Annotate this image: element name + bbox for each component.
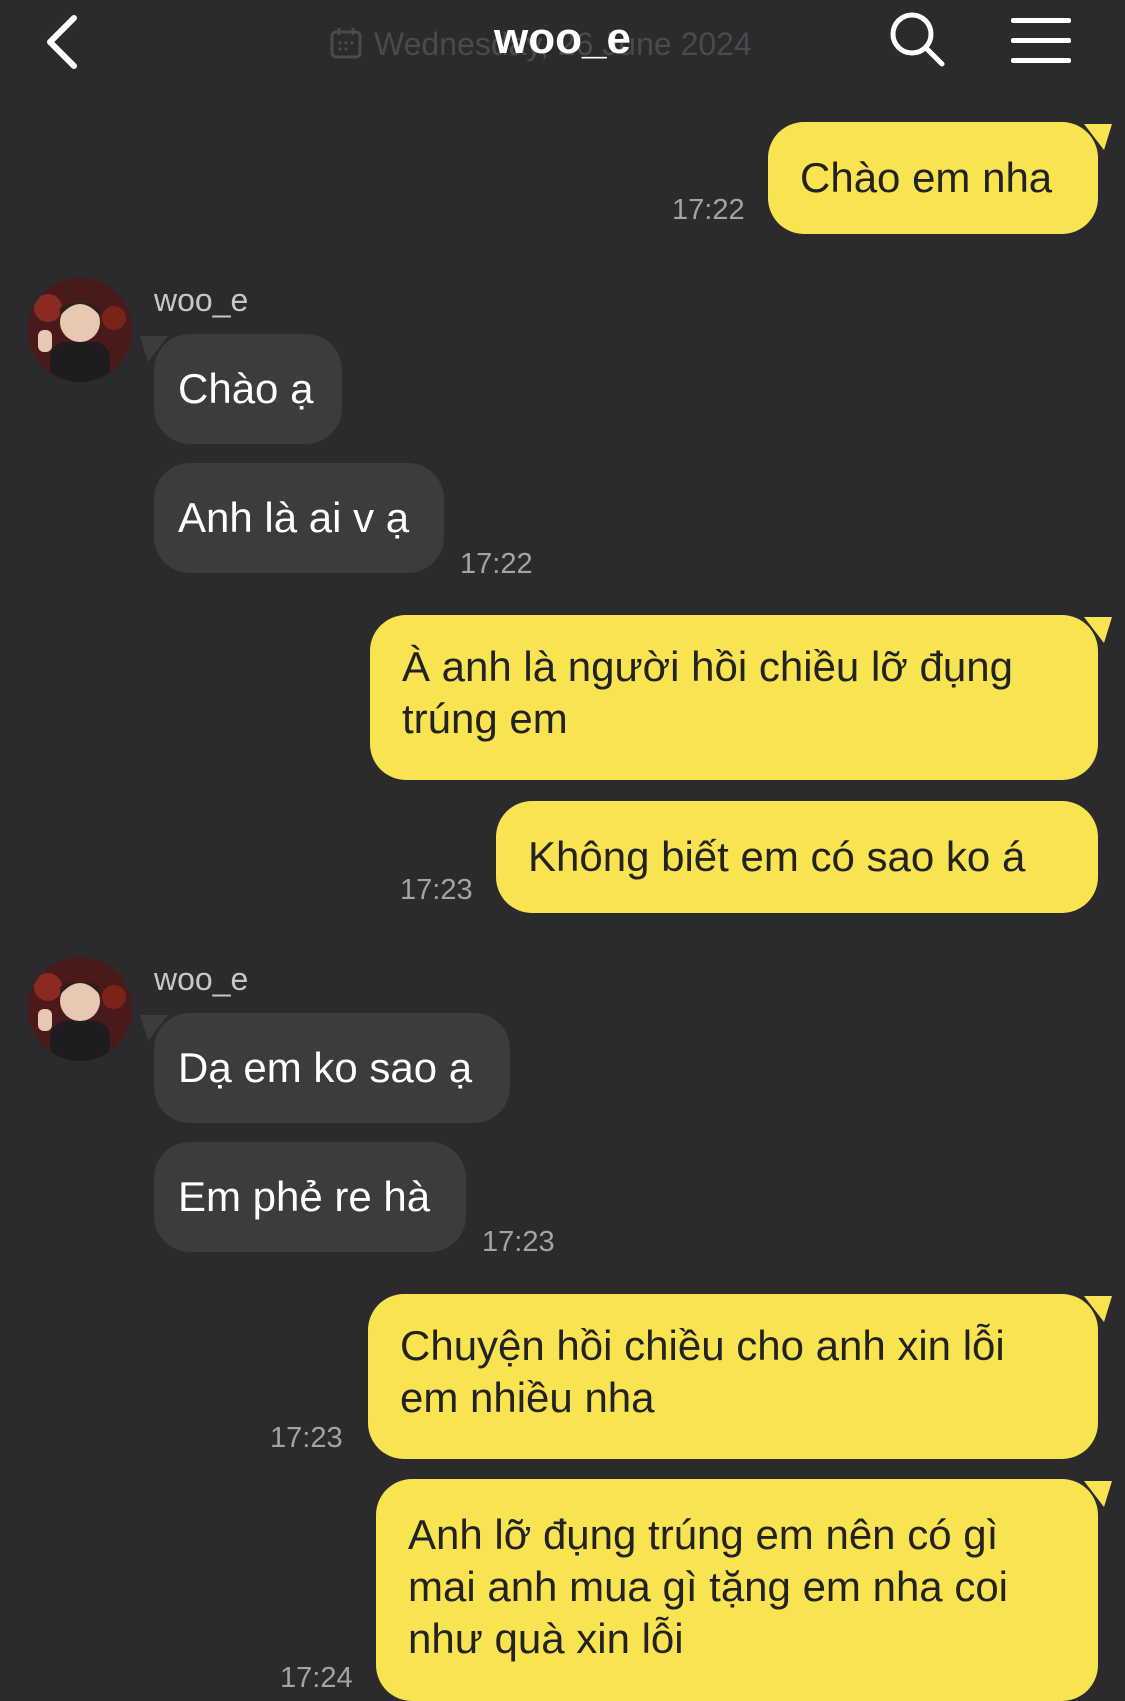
message-text: Em phẻ re hà (178, 1173, 431, 1220)
chat-title: woo_e (494, 14, 631, 63)
outgoing-message[interactable]: Chào em nha (768, 122, 1112, 234)
message-time: 17:22 (460, 548, 533, 580)
message-text: Chào ạ (178, 365, 314, 412)
message-text: Không biết em có sao ko á (528, 833, 1026, 880)
message-text: Anh là ai v ạ (178, 494, 410, 541)
message-text: Anh lỡ đụng trúng em nên có gì mai anh m… (408, 1511, 1009, 1662)
message-text: Chuyện hồi chiều cho anh xin lỗi em nhiề… (400, 1322, 1005, 1421)
message-text: À anh là người hồi chiều lỡ đụng trúng e… (402, 643, 1013, 742)
incoming-message[interactable]: Dạ em ko sao ạ (140, 1013, 510, 1123)
message-time: 17:23 (482, 1226, 555, 1258)
message-time: 17:23 (270, 1422, 343, 1454)
outgoing-message[interactable]: Anh lỡ đụng trúng em nên có gì mai anh m… (376, 1479, 1112, 1701)
avatar[interactable] (28, 957, 132, 1061)
chat-header: Wednesday, 26 June 2024 woo_e (0, 0, 1125, 90)
incoming-message[interactable]: Anh là ai v ạ (154, 463, 444, 573)
outgoing-message[interactable]: Không biết em có sao ko á (496, 801, 1098, 913)
message-time: 17:23 (400, 874, 473, 906)
outgoing-message[interactable]: À anh là người hồi chiều lỡ đụng trúng e… (370, 615, 1112, 780)
incoming-message[interactable]: Em phẻ re hà (154, 1142, 466, 1252)
message-time: 17:24 (280, 1662, 353, 1694)
incoming-message[interactable]: Chào ạ (140, 334, 342, 444)
message-text: Chào em nha (800, 154, 1053, 201)
message-time: 17:22 (672, 194, 745, 226)
sender-name: woo_e (154, 282, 249, 318)
avatar[interactable] (28, 278, 132, 382)
outgoing-message[interactable]: Chuyện hồi chiều cho anh xin lỗi em nhiề… (368, 1294, 1112, 1459)
sender-name: woo_e (154, 961, 249, 997)
message-text: Dạ em ko sao ạ (178, 1044, 473, 1091)
